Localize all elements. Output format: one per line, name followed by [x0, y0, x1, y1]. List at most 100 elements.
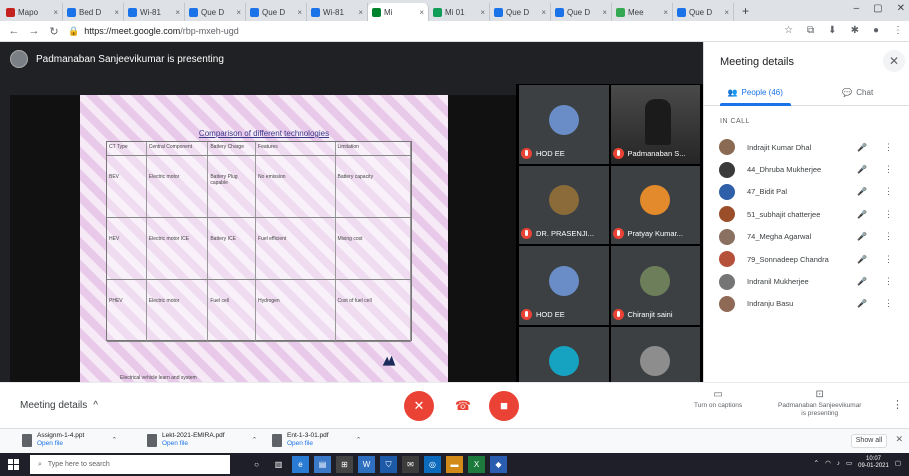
- battery-icon[interactable]: ▭: [846, 459, 852, 467]
- person-more-icon[interactable]: ⋮: [884, 209, 893, 220]
- captions-button[interactable]: ▭ Turn on captions: [694, 389, 742, 410]
- people-list-item[interactable]: 74_Megha Agarwal 🎤 ⋮: [704, 226, 909, 248]
- cortana-icon[interactable]: ○: [248, 456, 265, 473]
- more-options-button[interactable]: ⋮: [892, 398, 903, 411]
- person-mic-off-icon[interactable]: 🎤: [857, 232, 867, 241]
- volume-icon[interactable]: ♪: [837, 460, 840, 467]
- camera-off-button[interactable]: ■: [489, 391, 519, 421]
- participant-tile[interactable]: HOD EE: [519, 85, 609, 164]
- person-more-icon[interactable]: ⋮: [884, 186, 893, 197]
- people-list-item[interactable]: Indranil Mukherjee 🎤 ⋮: [704, 270, 909, 292]
- person-more-icon[interactable]: ⋮: [884, 276, 893, 287]
- download-item[interactable]: Lekt-2021-EMIRA.pdf Open file ⌃: [147, 432, 257, 449]
- browser-tab[interactable]: Mi 01 ×: [429, 3, 490, 21]
- people-list-item[interactable]: Indrajit Kumar Dhal 🎤 ⋮: [704, 136, 909, 158]
- folder-icon[interactable]: ▬: [446, 456, 463, 473]
- tab-close-icon[interactable]: ×: [602, 8, 607, 17]
- tab-close-icon[interactable]: ×: [419, 8, 424, 17]
- tab-close-icon[interactable]: ×: [236, 8, 241, 17]
- people-list-item[interactable]: 79_Sonnadeep Chandra 🎤 ⋮: [704, 248, 909, 270]
- minimize-button[interactable]: –: [854, 3, 860, 14]
- browser-tab[interactable]: Que D ×: [551, 3, 612, 21]
- tab-chat[interactable]: 💬 Chat: [807, 80, 909, 105]
- people-list-item[interactable]: 44_Dhruba Mukherjee 🎤 ⋮: [704, 158, 909, 180]
- participant-tile[interactable]: DR. PRASENJI...: [519, 165, 609, 244]
- person-mic-off-icon[interactable]: 🎤: [857, 143, 867, 152]
- chrome-icon[interactable]: ◎: [424, 456, 441, 473]
- browser-tab[interactable]: Mi ×: [368, 3, 429, 21]
- browser-tab[interactable]: Que D ×: [490, 3, 551, 21]
- notification-area-icon[interactable]: ⌃: [814, 459, 819, 467]
- tab-close-icon[interactable]: ×: [663, 8, 668, 17]
- participant-tile[interactable]: Padmanaban S...: [610, 85, 700, 164]
- participant-tile[interactable]: Chiranjit saini: [610, 246, 700, 325]
- browser-tab[interactable]: Wi-81 ×: [307, 3, 368, 21]
- tab-close-icon[interactable]: ×: [724, 8, 729, 17]
- participant-tile[interactable]: HOD EE: [519, 246, 609, 325]
- taskbar-search[interactable]: ⌕ Type here to search: [30, 455, 230, 474]
- participant-tile[interactable]: Pratyay Kumar...: [610, 165, 700, 244]
- store-icon[interactable]: ⊞: [336, 456, 353, 473]
- download-open-link[interactable]: Open file: [162, 440, 225, 448]
- tab-close-icon[interactable]: ×: [297, 8, 302, 17]
- edge-icon[interactable]: e: [292, 456, 309, 473]
- reload-icon[interactable]: ↻: [48, 25, 60, 38]
- close-window-button[interactable]: ✕: [897, 3, 905, 14]
- browser-tab[interactable]: Que D ×: [246, 3, 307, 21]
- maximize-button[interactable]: ▢: [873, 3, 882, 14]
- word-icon[interactable]: W: [358, 456, 375, 473]
- people-list-item[interactable]: Indranju Basu 🎤 ⋮: [704, 293, 909, 315]
- extension-icon[interactable]: ⧉: [807, 25, 814, 36]
- windows-start-icon[interactable]: [8, 459, 19, 470]
- app-icon[interactable]: ◆: [490, 456, 507, 473]
- download-item[interactable]: Assignm-1-4.ppt Open file ⌃: [22, 432, 117, 449]
- clock[interactable]: 10:07 09-01-2021: [858, 456, 889, 470]
- excel-icon[interactable]: X: [468, 456, 485, 473]
- person-mic-off-icon[interactable]: 🎤: [857, 187, 867, 196]
- new-tab-button[interactable]: +: [742, 4, 749, 18]
- tab-close-icon[interactable]: ×: [175, 8, 180, 17]
- show-all-button[interactable]: Show all: [851, 434, 887, 448]
- presenting-button[interactable]: ⊡ Padmanaban Sanjeevikumar is presenting: [778, 389, 861, 418]
- star-icon[interactable]: ☆: [784, 25, 793, 36]
- tab-people[interactable]: 👥 People (46): [704, 80, 807, 106]
- person-mic-off-icon[interactable]: 🎤: [857, 255, 867, 264]
- person-more-icon[interactable]: ⋮: [884, 164, 893, 175]
- browser-tab[interactable]: Wi-81 ×: [124, 3, 185, 21]
- download-icon[interactable]: ⬇: [828, 25, 836, 36]
- person-more-icon[interactable]: ⋮: [884, 298, 893, 309]
- browser-tab[interactable]: Que D ×: [673, 3, 734, 21]
- browser-menu-icon[interactable]: ⋮: [893, 25, 903, 36]
- close-panel-button[interactable]: ✕: [883, 50, 905, 72]
- person-mic-off-icon[interactable]: 🎤: [857, 277, 867, 286]
- download-open-link[interactable]: Open file: [287, 440, 329, 448]
- microphone-off-button[interactable]: ✕: [404, 391, 434, 421]
- leave-call-button[interactable]: ☎: [452, 395, 474, 417]
- people-list-item[interactable]: 47_Bidit Pal 🎤 ⋮: [704, 181, 909, 203]
- browser-tab[interactable]: Que D ×: [185, 3, 246, 21]
- mail-icon[interactable]: ✉: [402, 456, 419, 473]
- tab-close-icon[interactable]: ×: [114, 8, 119, 17]
- person-more-icon[interactable]: ⋮: [884, 142, 893, 153]
- url-field[interactable]: 🔒 https://meet.google.com/rbp-mxeh-ugd: [68, 26, 239, 37]
- browser-tab[interactable]: Mapo ×: [2, 3, 63, 21]
- person-more-icon[interactable]: ⋮: [884, 231, 893, 242]
- meeting-details-button[interactable]: Meeting details ^: [20, 400, 98, 411]
- tab-close-icon[interactable]: ×: [541, 8, 546, 17]
- tab-close-icon[interactable]: ×: [53, 8, 58, 17]
- download-chevron-icon[interactable]: ⌃: [252, 436, 258, 444]
- puzzle-icon[interactable]: ✱: [851, 25, 859, 36]
- file-explorer-icon[interactable]: ▤: [314, 456, 331, 473]
- tab-close-icon[interactable]: ×: [480, 8, 485, 17]
- forward-icon[interactable]: →: [28, 25, 40, 37]
- tab-close-icon[interactable]: ×: [358, 8, 363, 17]
- notifications-icon[interactable]: ▢: [895, 459, 901, 467]
- profile-icon[interactable]: ●: [873, 25, 879, 36]
- download-chevron-icon[interactable]: ⌃: [111, 436, 117, 444]
- security-icon[interactable]: ⛉: [380, 456, 397, 473]
- task-view-icon[interactable]: ▥: [270, 456, 287, 473]
- network-icon[interactable]: ◠: [825, 459, 831, 467]
- download-item[interactable]: Ent-1-3-01.pdf Open file ⌃: [272, 432, 361, 449]
- download-open-link[interactable]: Open file: [37, 440, 84, 448]
- close-downloads-button[interactable]: ✕: [895, 434, 903, 445]
